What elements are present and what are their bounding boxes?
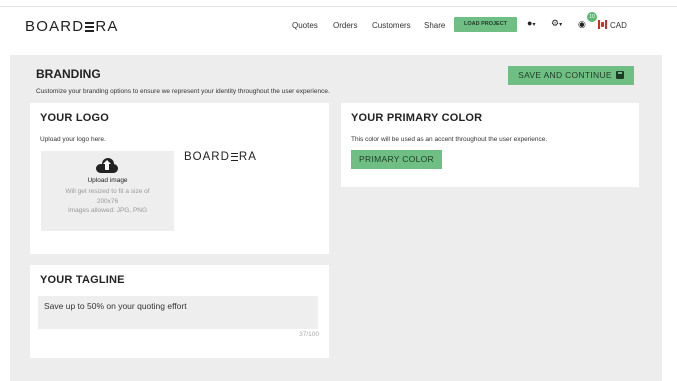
tagline-title: YOUR TAGLINE [40, 274, 125, 286]
chevron-down-icon: ▾ [559, 22, 563, 28]
logo-card: YOUR LOGO Upload your logo here. Upload … [30, 103, 329, 254]
primary-color-card: YOUR PRIMARY COLOR This color will be us… [341, 103, 639, 187]
page-subtitle: Customize your branding options to ensur… [36, 88, 330, 95]
primary-color-title: YOUR PRIMARY COLOR [351, 112, 483, 124]
upload-label: Upload image [87, 177, 128, 184]
tagline-card: YOUR TAGLINE Save up to 50% on your quot… [30, 265, 329, 358]
header: BOARD RA [0, 7, 677, 55]
save-label: SAVE AND CONTINUE [518, 70, 612, 80]
brand-logo-right: RA [95, 18, 119, 35]
brand-logo-left: BOARD [25, 18, 85, 35]
user-menu[interactable]: ●▾ [527, 18, 535, 28]
save-and-continue-button[interactable]: SAVE AND CONTINUE [508, 66, 634, 85]
chat-icon[interactable]: ◉ [578, 19, 586, 30]
logo-e-mark [85, 21, 95, 32]
notifications-badge: 10 [587, 12, 597, 22]
logo-e-mark [230, 152, 238, 161]
logo-card-title: YOUR LOGO [40, 112, 110, 124]
upload-image-dropzone[interactable]: Upload image Will get resized to fit a s… [41, 151, 174, 231]
currency-selector[interactable]: CAD [610, 21, 627, 30]
canada-flag-icon [598, 20, 607, 29]
upload-help-types: Images allowed: JPG, PNG [67, 207, 148, 214]
upload-help-size: Will get resized to fit a size of 200x76 [65, 188, 150, 205]
floppy-disk-icon [615, 71, 624, 79]
logo-card-description: Upload your logo here. [40, 136, 106, 143]
upload-help: Will get resized to fit a size of 200x76… [55, 187, 160, 216]
primary-color-description: This color will be used as an accent thr… [351, 136, 548, 143]
logo-preview-left: BOARD [184, 151, 230, 163]
page-title: BRANDING [36, 67, 101, 81]
nav-orders[interactable]: Orders [333, 21, 357, 30]
chevron-down-icon: ▾ [532, 22, 536, 28]
logo-preview-right: RA [238, 151, 257, 163]
tagline-input[interactable]: Save up to 50% on your quoting effort [38, 296, 318, 329]
load-project-button[interactable]: LOAD PROJECT [454, 17, 517, 32]
logo-preview: BOARD RA [184, 151, 257, 163]
tagline-char-counter: 37/100 [299, 331, 319, 338]
gear-icon: ⚙ [551, 18, 560, 28]
nav-customers[interactable]: Customers [372, 21, 411, 30]
nav-share[interactable]: Share [424, 21, 445, 30]
nav-quotes[interactable]: Quotes [292, 21, 318, 30]
cloud-upload-icon [96, 158, 118, 173]
settings-menu[interactable]: ⚙▾ [551, 18, 562, 29]
primary-color-button[interactable]: PRIMARY COLOR [351, 150, 442, 169]
brand-logo[interactable]: BOARD RA [25, 18, 119, 35]
